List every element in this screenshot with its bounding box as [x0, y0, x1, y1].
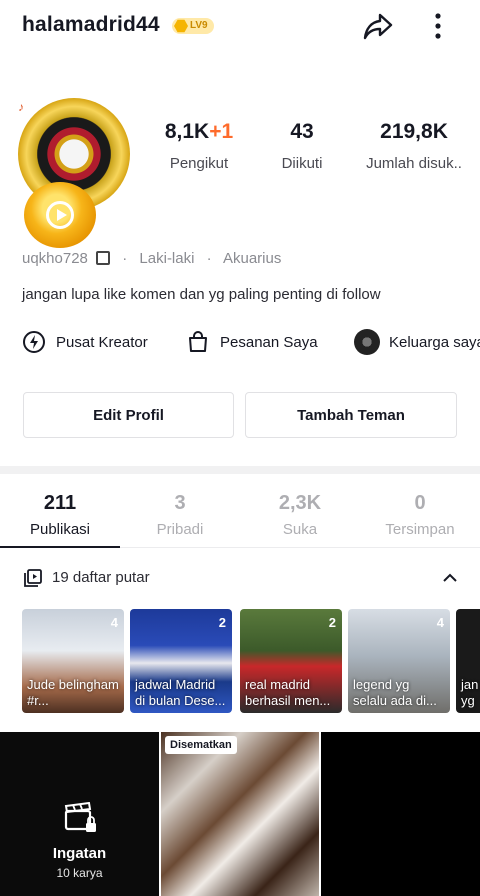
active-tab-indicator [0, 546, 120, 548]
playlist-caption: Jude belingham #r... [27, 677, 119, 708]
chevron-up-icon[interactable] [441, 569, 459, 587]
playlist-caption: legend yg selalu ada di... [353, 677, 437, 708]
club-crest-image [40, 120, 108, 188]
my-orders-label: Pesanan Saya [220, 333, 318, 351]
playlist-header[interactable]: 19 daftar putar [0, 559, 480, 599]
add-friend-button[interactable]: Tambah Teman [245, 392, 457, 438]
tab-publikasi[interactable]: 211 Publikasi [0, 492, 120, 538]
top-bar: halamadrid44 LV9 [0, 0, 480, 56]
level-badge[interactable]: LV9 [172, 18, 214, 34]
followers-label: Pengikut [169, 155, 229, 172]
playlist-video-count: 4 [436, 615, 444, 630]
tab-count: 3 [174, 492, 186, 514]
username: halamadrid44 [22, 13, 160, 36]
memories-tile[interactable]: Ingatan 10 karya [0, 732, 159, 896]
more-vertical-icon[interactable] [428, 10, 448, 42]
quick-links: Pusat Kreator Pesanan Saya Keluarga saya [22, 328, 480, 358]
level-label: LV9 [190, 20, 208, 31]
section-divider [0, 466, 480, 474]
tab-count: 211 [43, 492, 77, 514]
memories-count: 10 karya [56, 866, 103, 880]
tab-count: 2,3K [278, 492, 322, 514]
followers-delta: +1 [209, 120, 234, 143]
profile-stats: 8,1K+1 Pengikut 43 Diikuti 219,8K Jumlah… [150, 120, 480, 180]
family-label: Keluarga saya [389, 333, 480, 351]
meta-separator: · [206, 250, 212, 267]
followers-stat[interactable]: 8,1K+1 Pengikut [150, 120, 248, 172]
playlist-card[interactable]: 2 jadwal Madrid di bulan Dese... [130, 609, 232, 713]
play-icon [46, 201, 74, 229]
user-handle[interactable]: uqkho728 [22, 250, 88, 267]
live-coin-icon[interactable] [24, 182, 96, 248]
playlist-card[interactable]: jan yg [456, 609, 480, 713]
tab-label: Publikasi [29, 521, 91, 538]
likes-label: Jumlah disuk.. [366, 155, 462, 172]
playlist-carousel: 4 Jude belingham #r... 2 jadwal Madrid d… [22, 609, 480, 713]
tab-tersimpan[interactable]: 0 Tersimpan [360, 492, 480, 538]
pinned-video-tile[interactable]: Disematkan [161, 732, 319, 896]
playlist-card[interactable]: 2 real madrid berhasil men... [240, 609, 342, 713]
level-hex-icon [174, 19, 188, 33]
share-arrow-icon[interactable] [362, 10, 394, 42]
family-avatar [354, 329, 380, 355]
followers-count: 8,1K [164, 120, 210, 143]
zodiac-label: Akuarius [222, 250, 282, 267]
memories-title: Ingatan [52, 845, 107, 862]
gender-label: Laki-laki [139, 250, 195, 267]
edit-handle-icon[interactable] [96, 251, 111, 265]
tab-suka[interactable]: 2,3K Suka [240, 492, 360, 538]
tab-pribadi[interactable]: 3 Pribadi [120, 492, 240, 538]
playlist-video-count: 4 [110, 615, 118, 630]
likes-count: 219,8K [380, 120, 448, 143]
playlist-caption: jan yg [461, 677, 479, 708]
creator-center-link[interactable]: Pusat Kreator [22, 328, 148, 356]
profile-meta: uqkho728 · Laki-laki · Akuarius [22, 250, 281, 267]
family-link[interactable]: Keluarga saya [354, 328, 480, 356]
playlist-video-count: 2 [218, 615, 226, 630]
video-grid: Ingatan 10 karya Disematkan [0, 732, 480, 896]
playlist-video-count: 2 [328, 615, 336, 630]
lightning-circle-icon [23, 331, 45, 353]
following-label: Diikuti [281, 155, 323, 172]
profile-tabs: 211 Publikasi 3 Pribadi 2,3K Suka 0 Ters… [0, 474, 480, 548]
playlist-card[interactable]: 4 Jude belingham #r... [22, 609, 124, 713]
following-count: 43 [290, 120, 314, 143]
following-stat[interactable]: 43 Diikuti [268, 120, 336, 172]
edit-profile-button[interactable]: Edit Profil [23, 392, 234, 438]
tab-label: Suka [282, 521, 318, 538]
pinned-badge: Disematkan [165, 736, 237, 754]
tab-count: 0 [414, 492, 426, 514]
playlist-caption: real madrid berhasil men... [245, 677, 331, 708]
playlist-count-label: 19 daftar putar [52, 569, 150, 586]
clapperboard-lock-icon [64, 802, 96, 832]
my-orders-link[interactable]: Pesanan Saya [186, 328, 318, 356]
tab-label: Tersimpan [385, 521, 455, 538]
profile-bio[interactable]: jangan lupa like komen dan yg paling pen… [22, 286, 381, 303]
playlist-card[interactable]: 4 legend yg selalu ada di... [348, 609, 450, 713]
playlist-icon [24, 569, 42, 587]
shopping-bag-icon [189, 331, 207, 352]
creator-center-label: Pusat Kreator [56, 333, 148, 351]
likes-stat[interactable]: 219,8K Jumlah disuk.. [350, 120, 478, 172]
meta-separator: · [122, 250, 128, 267]
playlist-caption: jadwal Madrid di bulan Dese... [135, 677, 226, 708]
video-tile[interactable] [321, 732, 480, 896]
tab-label: Pribadi [156, 521, 204, 538]
